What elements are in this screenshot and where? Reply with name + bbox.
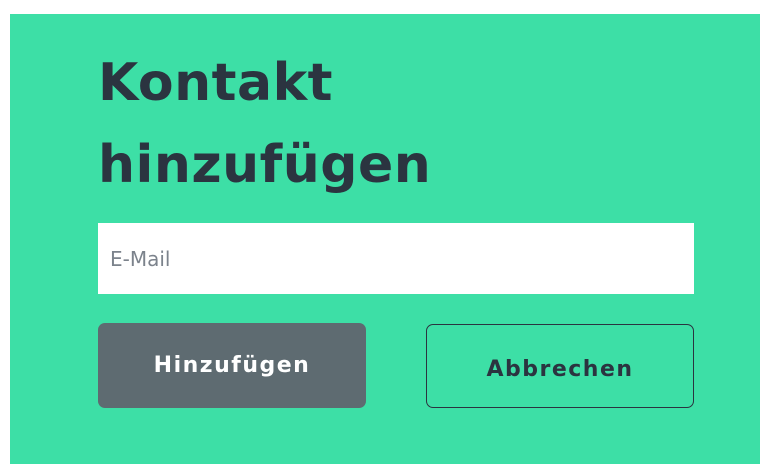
add-contact-dialog: Kontakt hinzufügen Hinzufügen Abbrechen: [10, 14, 760, 464]
email-field[interactable]: [98, 223, 694, 294]
add-contact-button[interactable]: Hinzufügen: [98, 323, 366, 408]
cancel-button[interactable]: Abbrechen: [426, 324, 694, 408]
dialog-title: Kontakt hinzufügen: [98, 53, 432, 195]
